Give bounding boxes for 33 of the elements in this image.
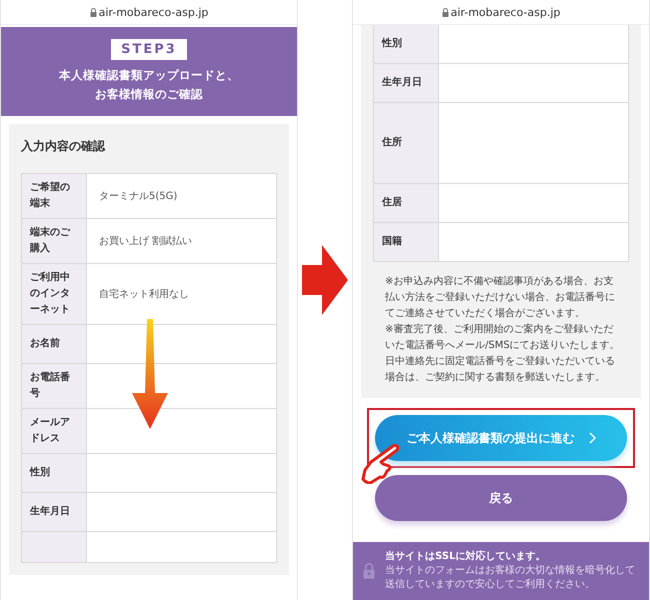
field-label: 国籍 — [374, 223, 439, 261]
ssl-title: 当サイトはSSLに対応しています。 — [385, 550, 546, 564]
ssl-text: 当サイトのフォームはお客様の大切な情報を暗号化して送信していますので安心してご利用ください。 — [385, 564, 636, 592]
notice-text: ※お申込み内容に不備や確認事項がある場合、お支払い方法をご登録いただけない場合、お電話番号にてご連絡させていただく場合がございます。 — [385, 274, 616, 321]
padlock-icon — [90, 8, 97, 16]
chevron-right-icon — [588, 432, 596, 444]
notice-text: ※審査完了後、ご利用開始のご案内をご登録いただいた電話番号へメール/SMSにてお送りいたします。 — [385, 322, 621, 353]
url-text[interactable]: air-mobareco-asp.jp — [450, 6, 560, 18]
field-label: お電話番号 — [22, 364, 87, 408]
field-value: ターミナル5(5G) — [99, 190, 178, 203]
panel-title: 入力内容の確認 — [21, 138, 106, 155]
field-label: 住居 — [374, 184, 439, 222]
field-label: 端末のご購入 — [22, 219, 87, 263]
field-label: ご希望の端末 — [22, 174, 87, 218]
url-text[interactable]: air-mobareco-asp.jp — [98, 6, 208, 18]
notice-text: 日中連絡先に固定電話番号をご登録いただいている場合は、ご契約に関する書類を郵送いたします。 — [385, 354, 616, 385]
field-value: お買い上げ 割賦払い — [99, 234, 192, 248]
field-label: お名前 — [22, 325, 87, 363]
right-arrow-icon — [302, 245, 348, 315]
field-label: メールアドレス — [22, 409, 87, 453]
field-label: 住所 — [374, 103, 439, 183]
step-title: 本人様確認書類アップロードと、 お客様情報のご確認 — [59, 67, 239, 103]
down-arrow-icon — [132, 319, 168, 429]
field-value: 自宅ネット利用なし — [99, 288, 189, 301]
field-label: 生年月日 — [22, 493, 87, 531]
padlock-icon — [442, 8, 449, 16]
pointing-hand-icon — [361, 444, 401, 484]
field-label: 性別 — [22, 454, 87, 492]
field-label: 性別 — [374, 25, 439, 63]
back-button[interactable]: 戻る — [375, 475, 627, 521]
step-badge: STEP3 — [111, 39, 187, 60]
field-label: 生年月日 — [374, 64, 439, 102]
field-label: ご利用中のインターネット — [22, 264, 87, 324]
